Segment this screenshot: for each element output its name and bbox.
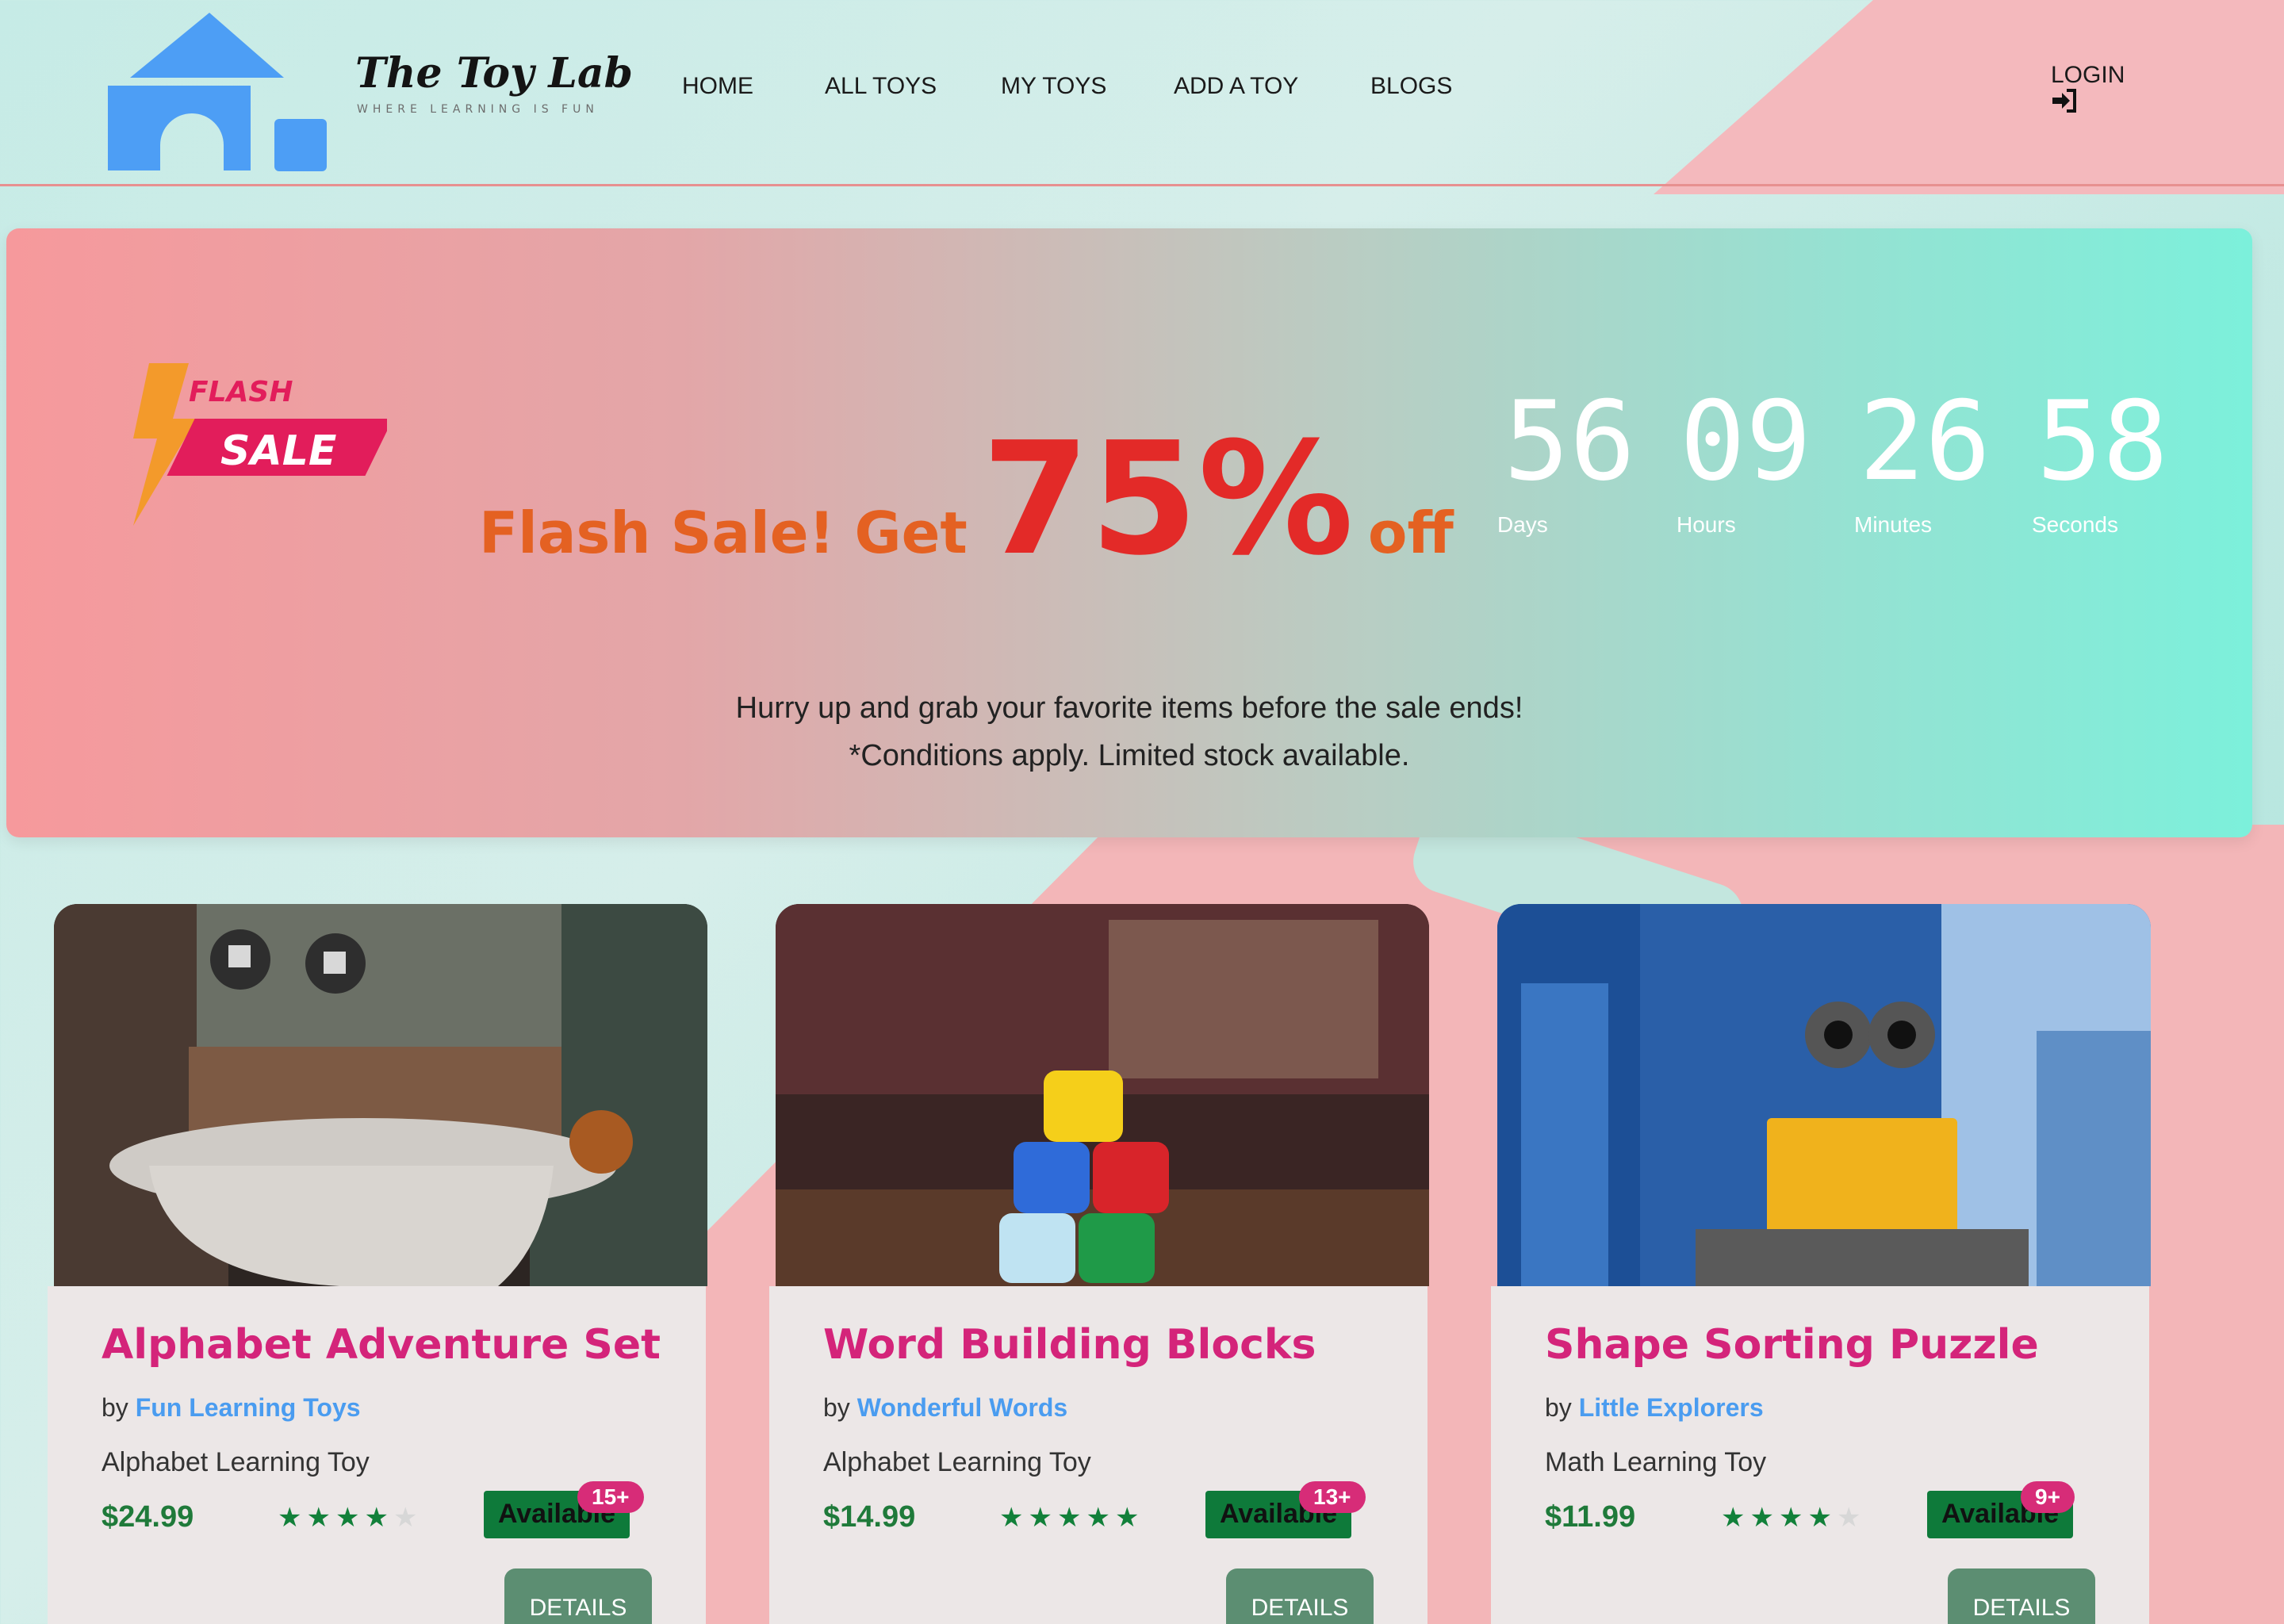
- product-price: $24.99: [102, 1500, 194, 1534]
- product-category: Alphabet Learning Toy: [823, 1447, 1091, 1477]
- countdown-minutes: 26: [1859, 377, 1991, 505]
- details-button[interactable]: DETAILS: [1948, 1568, 2095, 1624]
- product-info: Word Building Blocks by Wonderful Words …: [769, 1286, 1428, 1624]
- product-title[interactable]: Shape Sorting Puzzle: [1545, 1321, 2039, 1369]
- product-maker-line: by Little Explorers: [1545, 1393, 1764, 1423]
- product-maker-line: by Wonderful Words: [823, 1393, 1067, 1423]
- product-maker[interactable]: Fun Learning Toys: [136, 1393, 361, 1422]
- star-icon: ★: [278, 1503, 307, 1533]
- product-maker[interactable]: Little Explorers: [1579, 1393, 1764, 1422]
- star-rating: ★★★★★: [278, 1502, 422, 1534]
- star-icon: ★: [1778, 1503, 1808, 1533]
- star-icon: ★: [1028, 1503, 1057, 1533]
- age-badge: 9+: [2021, 1481, 2075, 1513]
- star-icon: ★: [335, 1503, 365, 1533]
- star-icon: ★: [393, 1503, 423, 1533]
- product-info: Shape Sorting Puzzle by Little Explorers…: [1491, 1286, 2149, 1624]
- by-label: by: [1545, 1393, 1572, 1422]
- nav-home[interactable]: HOME: [682, 73, 753, 100]
- nav-add-a-toy[interactable]: ADD A TOY: [1174, 73, 1298, 100]
- star-icon: ★: [1836, 1503, 1866, 1533]
- product-image[interactable]: [1497, 904, 2151, 1286]
- banner-conditions: *Conditions apply. Limited stock availab…: [849, 739, 1410, 772]
- house-logo-icon[interactable]: [105, 6, 329, 171]
- countdown-label-seconds: Seconds: [2032, 512, 2118, 537]
- countdown-seconds: 58: [2037, 377, 2169, 505]
- product-info: Alphabet Adventure Set by Fun Learning T…: [48, 1286, 706, 1624]
- star-icon: ★: [1086, 1503, 1115, 1533]
- nav-blogs[interactable]: BLOGS: [1370, 73, 1452, 100]
- product-image[interactable]: [54, 904, 707, 1286]
- product-category: Math Learning Toy: [1545, 1447, 1767, 1477]
- product-image[interactable]: [776, 904, 1429, 1286]
- countdown-hours: 09: [1680, 377, 1812, 505]
- product-title[interactable]: Alphabet Adventure Set: [102, 1321, 661, 1369]
- star-icon: ★: [1807, 1503, 1837, 1533]
- countdown-label-minutes: Minutes: [1854, 512, 1933, 537]
- details-button[interactable]: DETAILS: [504, 1568, 652, 1624]
- star-rating: ★★★★★: [999, 1502, 1144, 1534]
- flash-sale-banner: FLASH SALE Flash Sale! Get75% off 56 09 2…: [6, 228, 2252, 837]
- product-card: Shape Sorting Puzzle by Little Explorers…: [1491, 904, 2151, 1624]
- product-title[interactable]: Word Building Blocks: [823, 1321, 1316, 1369]
- product-price: $11.99: [1545, 1500, 1636, 1534]
- site-header: The Toy Lab WHERE LEARNING IS FUN HOME A…: [0, 0, 2284, 186]
- star-icon: ★: [1749, 1503, 1779, 1533]
- countdown-days: 56: [1504, 377, 1636, 505]
- brand-name[interactable]: The Toy Lab: [355, 49, 633, 98]
- age-badge: 15+: [577, 1481, 644, 1513]
- star-rating: ★★★★★: [1721, 1502, 1865, 1534]
- by-label: by: [102, 1393, 128, 1422]
- star-icon: ★: [306, 1503, 335, 1533]
- login-link[interactable]: LOGIN: [2051, 62, 2125, 89]
- star-icon: ★: [1114, 1503, 1144, 1533]
- product-maker[interactable]: Wonderful Words: [857, 1393, 1067, 1422]
- product-card: Alphabet Adventure Set by Fun Learning T…: [48, 904, 707, 1624]
- countdown-label-days: Days: [1497, 512, 1548, 537]
- product-category: Alphabet Learning Toy: [102, 1447, 370, 1477]
- star-icon: ★: [1721, 1503, 1750, 1533]
- banner-message: Hurry up and grab your favorite items be…: [735, 691, 1523, 725]
- product-maker-line: by Fun Learning Toys: [102, 1393, 361, 1423]
- star-icon: ★: [999, 1503, 1029, 1533]
- details-button[interactable]: DETAILS: [1226, 1568, 1374, 1624]
- by-label: by: [823, 1393, 850, 1422]
- age-badge: 13+: [1299, 1481, 1366, 1513]
- countdown-label-hours: Hours: [1677, 512, 1736, 537]
- star-icon: ★: [364, 1503, 393, 1533]
- product-price: $14.99: [823, 1500, 916, 1534]
- nav-all-toys[interactable]: ALL TOYS: [825, 73, 937, 100]
- sign-in-icon[interactable]: [2051, 89, 2078, 113]
- product-card: Word Building Blocks by Wonderful Words …: [769, 904, 1429, 1624]
- brand-tagline: WHERE LEARNING IS FUN: [357, 103, 599, 116]
- nav-my-toys[interactable]: MY TOYS: [1001, 73, 1106, 100]
- star-icon: ★: [1056, 1503, 1086, 1533]
